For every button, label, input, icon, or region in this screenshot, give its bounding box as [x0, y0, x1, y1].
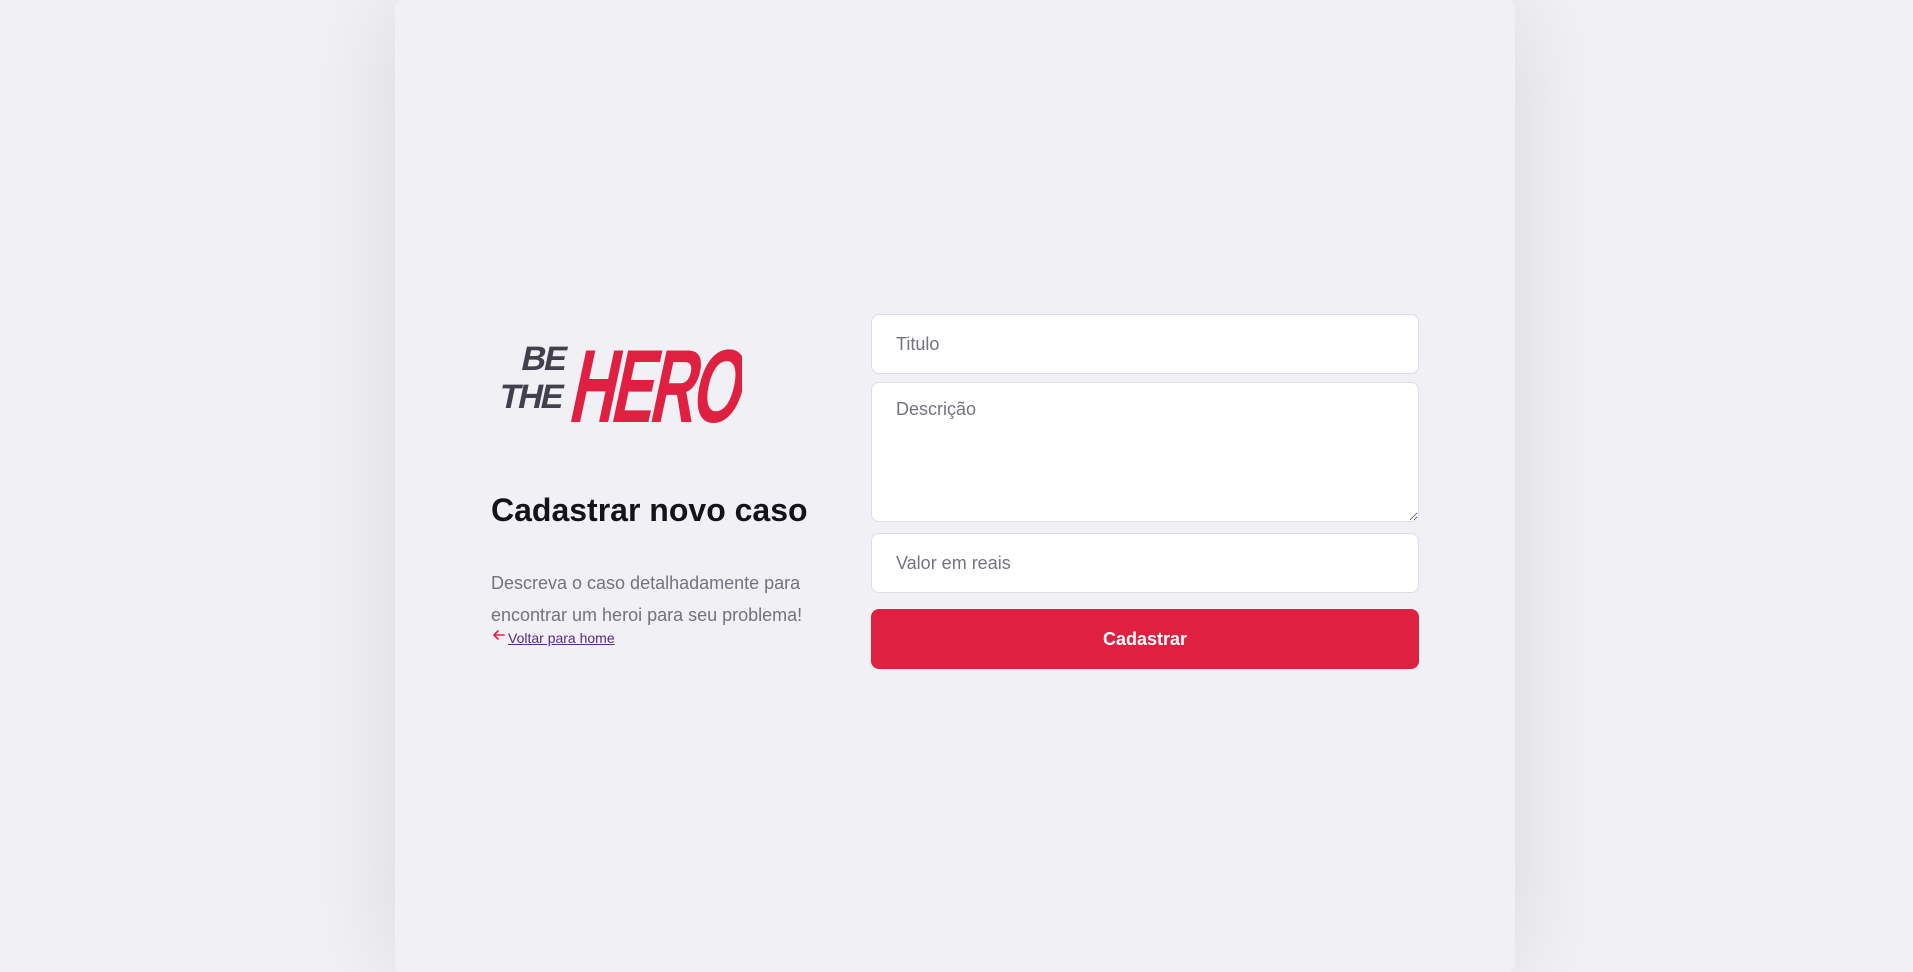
be-the-hero-logo: BE THE HERO [496, 329, 742, 434]
value-input[interactable] [871, 533, 1419, 593]
page-description: Descreva o caso detalhadamente para enco… [491, 573, 803, 625]
page-background: BE THE HERO Cadastrar novo caso Descreva… [0, 0, 1913, 972]
page-title: Cadastrar novo caso [491, 492, 808, 528]
logo-text-be: BE [518, 340, 570, 378]
arrow-left-icon [493, 630, 505, 640]
logo-text-the: THE [496, 378, 567, 416]
back-to-home-link[interactable]: Voltar para home [491, 630, 615, 646]
submit-button[interactable]: Cadastrar [871, 609, 1419, 669]
title-input[interactable] [871, 314, 1419, 374]
logo-text-hero: HERO [562, 329, 742, 434]
back-link-label: Voltar para home [508, 630, 615, 646]
description-textarea[interactable] [871, 382, 1419, 522]
